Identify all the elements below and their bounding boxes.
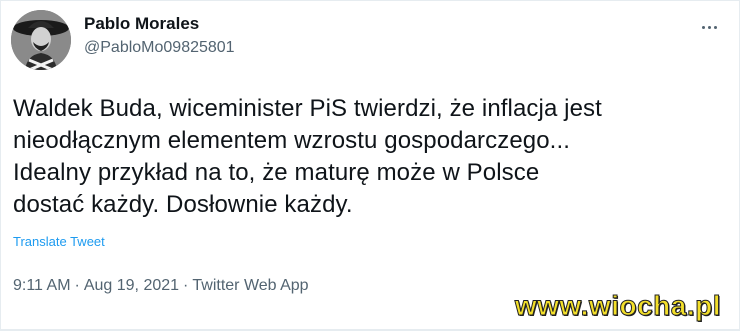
author-handle[interactable]: @PabloMo09825801 <box>84 39 235 57</box>
more-dot-2 <box>707 25 711 29</box>
more-dot-3 <box>713 25 717 29</box>
tweet-metadata: 9:11 AM · Aug 19, 2021 · Twitter Web App <box>13 277 309 295</box>
meta-separator-1: · <box>74 277 80 294</box>
meta-separator-2: · <box>183 277 189 294</box>
tweet-source[interactable]: Twitter Web App <box>192 277 308 295</box>
tweet-card: Pablo Morales @PabloMo09825801 Waldek Bu… <box>0 0 740 331</box>
bottom-divider <box>1 329 739 330</box>
more-horizontal-icon[interactable] <box>695 19 723 35</box>
avatar[interactable] <box>11 10 71 70</box>
tweet-date[interactable]: Aug 19, 2021 <box>84 277 179 295</box>
author-display-name[interactable]: Pablo Morales <box>84 14 199 34</box>
tweet-time[interactable]: 9:11 AM <box>13 277 71 295</box>
watermark-logo: www.wiocha.pl <box>514 290 721 322</box>
tweet-text: Waldek Buda, wiceminister PiS twierdzi, … <box>13 95 602 218</box>
more-dot-1 <box>701 25 705 29</box>
translate-tweet-link[interactable]: Translate Tweet <box>13 234 105 249</box>
user-avatar-icon <box>11 10 71 70</box>
